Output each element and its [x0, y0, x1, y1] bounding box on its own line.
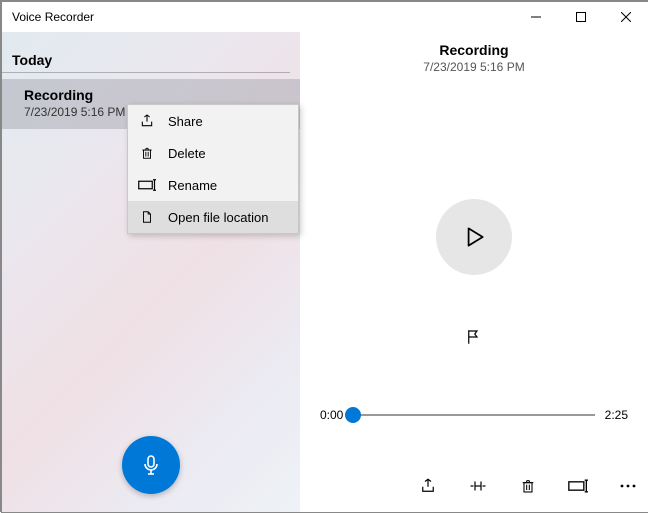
recording-title: Recording [24, 87, 286, 103]
close-button[interactable] [603, 2, 648, 32]
maximize-button[interactable] [558, 2, 603, 32]
record-button[interactable] [122, 436, 180, 494]
more-icon [619, 483, 637, 489]
menu-item-open-file-location[interactable]: Open file location [128, 201, 298, 233]
playback-timeline[interactable]: 0:00 2:25 [320, 408, 628, 422]
microphone-icon [139, 453, 163, 477]
rename-icon [138, 176, 156, 194]
rename-icon [568, 478, 588, 494]
play-button[interactable] [436, 199, 512, 275]
minimize-button[interactable] [513, 2, 558, 32]
app-title: Voice Recorder [12, 10, 94, 24]
recording-timestamp: 7/23/2019 5:16 PM [24, 105, 125, 119]
bottom-action-bar [416, 474, 640, 498]
rename-button[interactable] [566, 474, 590, 498]
context-menu: Share Delete Rename Open file location [127, 104, 299, 234]
menu-item-rename[interactable]: Rename [128, 169, 298, 201]
file-icon [138, 208, 156, 226]
menu-label: Share [168, 114, 203, 129]
add-marker-button[interactable] [460, 325, 488, 349]
detail-timestamp: 7/23/2019 5:16 PM [423, 60, 524, 74]
play-icon [461, 224, 487, 250]
menu-label: Open file location [168, 210, 268, 225]
menu-label: Rename [168, 178, 217, 193]
trim-button[interactable] [466, 474, 490, 498]
time-current: 0:00 [320, 408, 343, 422]
delete-button[interactable] [516, 474, 540, 498]
detail-title: Recording [439, 42, 508, 58]
trim-icon [468, 477, 488, 495]
recording-detail-panel: Recording 7/23/2019 5:16 PM 0:00 2:2 [300, 32, 648, 512]
menu-label: Delete [168, 146, 206, 161]
titlebar: Voice Recorder [2, 2, 648, 32]
share-button[interactable] [416, 474, 440, 498]
menu-item-delete[interactable]: Delete [128, 137, 298, 169]
trash-icon [138, 144, 156, 162]
time-total: 2:25 [605, 408, 628, 422]
share-icon [419, 477, 437, 495]
section-header-today: Today [2, 44, 290, 73]
menu-item-share[interactable]: Share [128, 105, 298, 137]
share-icon [138, 112, 156, 130]
more-button[interactable] [616, 474, 640, 498]
timeline-thumb[interactable] [345, 407, 361, 423]
timeline-track[interactable] [353, 414, 594, 416]
flag-icon [465, 328, 483, 346]
trash-icon [520, 477, 536, 495]
